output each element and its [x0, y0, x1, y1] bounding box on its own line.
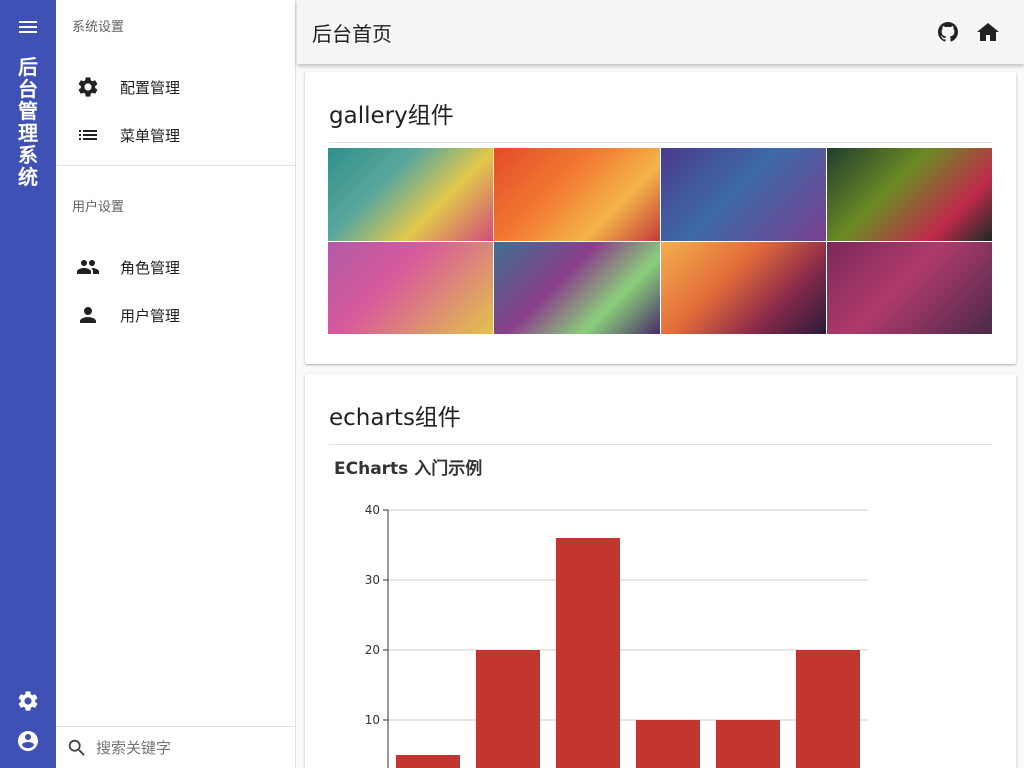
- person-icon: [76, 303, 100, 327]
- menu-icon[interactable]: [16, 18, 40, 42]
- card-title: gallery组件: [329, 72, 992, 143]
- github-icon[interactable]: [936, 20, 960, 44]
- nav-item-menu[interactable]: 菜单管理: [56, 111, 295, 159]
- nav-item-label: 菜单管理: [120, 126, 181, 145]
- search-input[interactable]: [96, 738, 286, 757]
- page-title: 后台首页: [312, 21, 392, 46]
- topbar-actions: [936, 20, 1000, 44]
- bar: [796, 650, 860, 768]
- bar-chart: 40 30 20 10: [365, 503, 868, 768]
- top-app-bar: 后台首页: [297, 0, 1024, 64]
- gallery-card: gallery组件: [305, 72, 1016, 364]
- gallery-image[interactable]: [826, 148, 992, 241]
- nav-item-roles[interactable]: 角色管理: [56, 243, 295, 291]
- gallery-image[interactable]: [494, 148, 660, 241]
- nav-item-users[interactable]: 用户管理: [56, 291, 295, 339]
- list-icon: [76, 123, 100, 147]
- nav-search: [56, 726, 296, 768]
- bar: [556, 538, 620, 768]
- nav-item-label: 用户管理: [120, 306, 181, 325]
- brand-char: 台: [18, 77, 38, 101]
- bar: [396, 755, 460, 768]
- bar: [636, 720, 700, 768]
- y-tick-label: 30: [365, 573, 380, 587]
- y-tick-label: 10: [365, 713, 380, 727]
- nav-item-config[interactable]: 配置管理: [56, 63, 295, 111]
- y-tick-label: 20: [365, 643, 380, 657]
- nav-section-header: 系统设置: [72, 20, 125, 35]
- y-tick-label: 40: [365, 503, 380, 517]
- brand-char: 统: [18, 165, 38, 189]
- gallery-image[interactable]: [660, 241, 826, 334]
- side-nav: 系统设置 配置管理 菜单管理 用户设置 角色管理 用户管理: [56, 0, 296, 768]
- brand-char: 管: [18, 99, 38, 123]
- people-icon: [76, 255, 100, 279]
- gallery-image[interactable]: [328, 241, 494, 334]
- brand-char: 理: [18, 121, 38, 145]
- bar: [716, 720, 780, 768]
- gallery-image[interactable]: [494, 241, 660, 334]
- brand-char: 后: [18, 55, 38, 79]
- app-brand: 后 台 管 理 系 统: [0, 56, 56, 188]
- gear-icon: [76, 75, 100, 99]
- settings-icon[interactable]: [16, 689, 40, 713]
- main-content: gallery组件 echarts组件 ECharts 入门示例 40 30 20 1…: [297, 64, 1024, 768]
- app-rail: 后 台 管 理 系 统: [0, 0, 56, 768]
- gallery-image[interactable]: [826, 241, 992, 334]
- search-icon: [68, 739, 85, 756]
- nav-section-header: 用户设置: [72, 200, 125, 215]
- image-gallery: [328, 148, 992, 334]
- gallery-image[interactable]: [328, 148, 494, 241]
- nav-item-label: 角色管理: [120, 258, 181, 277]
- brand-char: 系: [18, 143, 38, 167]
- echarts-card: echarts组件 ECharts 入门示例 40 30 20 10: [305, 374, 1016, 768]
- bar: [476, 650, 540, 768]
- gallery-image[interactable]: [660, 148, 826, 241]
- account-circle-icon[interactable]: [16, 729, 40, 753]
- home-icon[interactable]: [976, 20, 1000, 44]
- nav-item-label: 配置管理: [120, 78, 181, 97]
